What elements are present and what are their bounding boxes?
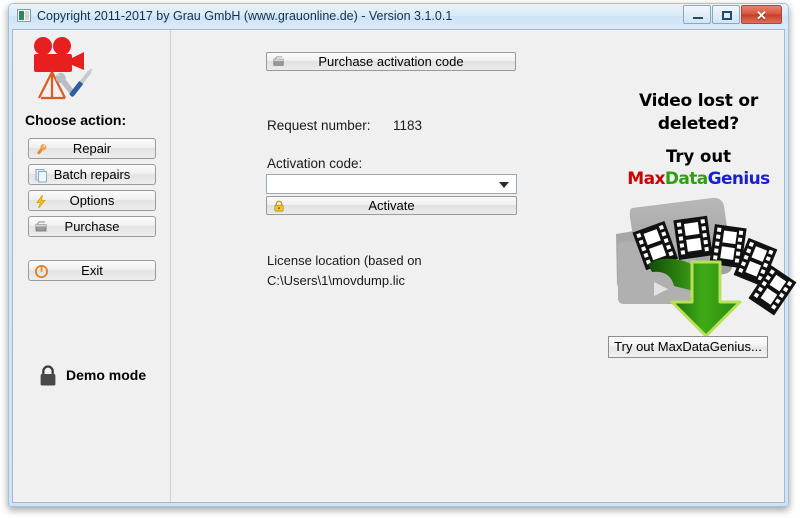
purchase-button-label: Purchase [64, 219, 120, 234]
activate-button[interactable]: Activate [266, 196, 517, 215]
app-icon [17, 9, 31, 22]
promo-headline-line1: Video lost or [638, 91, 759, 111]
promo-tryout-text: Try out [665, 147, 732, 166]
batch-repairs-button[interactable]: Batch repairs [28, 164, 156, 185]
purchase-activation-code-button[interactable]: Purchase activation code [266, 52, 516, 71]
promo-brand-logo: MaxDataGenius [591, 169, 800, 189]
film-strips-recovery-icon [596, 190, 800, 340]
exit-button[interactable]: Exit [28, 260, 156, 281]
application-window: Copyright 2011-2017 by Grau GmbH (www.gr… [8, 3, 797, 507]
try-out-maxdatagenius-button[interactable]: Try out MaxDataGenius... [608, 336, 768, 358]
request-number-label: Request number: [267, 118, 371, 133]
minimize-button[interactable] [683, 5, 711, 24]
options-button-label: Options [69, 193, 115, 208]
cart-icon [34, 220, 49, 235]
repair-button-label: Repair [72, 141, 112, 156]
maximize-button[interactable] [712, 5, 740, 24]
cart-icon [272, 55, 286, 69]
status-badge: Demo mode [38, 364, 146, 392]
license-location-line1: License location (based on [267, 253, 422, 268]
activation-code-label: Activation code: [267, 156, 363, 171]
brand-part-max: Max [627, 169, 665, 189]
chevron-down-icon[interactable] [499, 182, 509, 188]
choose-action-label: Choose action: [25, 112, 127, 128]
title-bar: Copyright 2011-2017 by Grau GmbH (www.gr… [9, 4, 788, 28]
purchase-button[interactable]: Purchase [28, 216, 156, 237]
client-area: Choose action: Repair Batch repairs Opti… [12, 29, 797, 503]
movie-camera-repair-icon [25, 36, 99, 108]
activation-code-input[interactable] [266, 174, 517, 194]
wrench-icon [34, 142, 49, 157]
brand-part-data: Data [664, 169, 708, 189]
power-icon [34, 264, 49, 279]
options-button[interactable]: Options [28, 190, 156, 211]
batch-repairs-button-label: Batch repairs [53, 167, 131, 182]
main-panel: Purchase activation code Request number:… [171, 30, 797, 502]
lightning-icon [34, 194, 49, 209]
window-title: Copyright 2011-2017 by Grau GmbH (www.gr… [37, 9, 453, 23]
exit-button-label: Exit [81, 263, 103, 278]
sidebar: Choose action: Repair Batch repairs Opti… [13, 30, 170, 502]
minimize-icon [684, 6, 710, 23]
close-icon: ✕ [756, 8, 767, 23]
promo-panel: Video lost or deleted? Try out MaxDataGe… [591, 30, 800, 502]
close-button[interactable]: ✕ [741, 5, 782, 24]
repair-button[interactable]: Repair [28, 138, 156, 159]
maximize-icon [713, 6, 739, 23]
activate-button-label: Activate [368, 198, 415, 213]
padlock-gold-icon [272, 199, 286, 213]
promo-headline-line2: deleted? [657, 114, 740, 134]
demo-mode-label: Demo mode [66, 367, 147, 383]
purchase-activation-code-label: Purchase activation code [318, 54, 464, 69]
request-number-value: 1183 [393, 118, 423, 133]
documents-icon [34, 168, 49, 183]
brand-part-genius: Genius [707, 169, 771, 189]
license-location-line2: C:\Users\1\movdump.lic [267, 273, 405, 288]
padlock-icon [38, 365, 58, 392]
